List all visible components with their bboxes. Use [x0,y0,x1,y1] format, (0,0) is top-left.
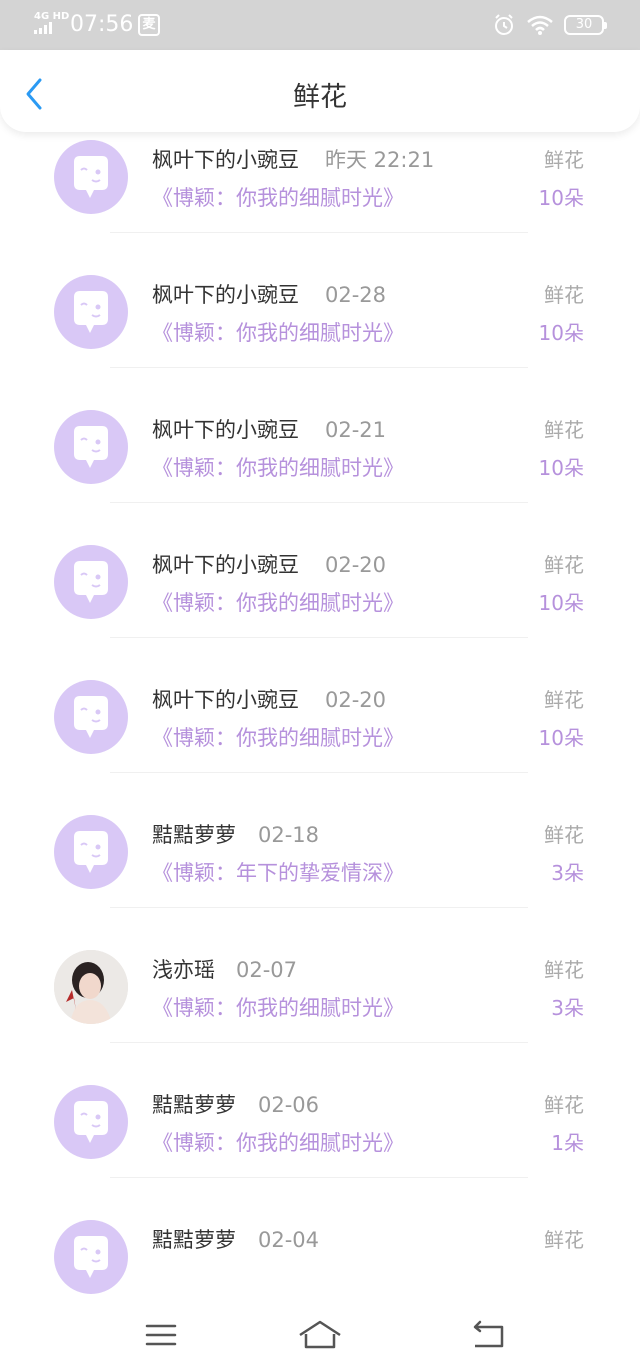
sender-name[interactable]: 黠黠萝萝 [152,1225,236,1255]
alarm-icon [495,14,513,35]
gift-list-item[interactable]: 黠黠萝萝 02-04 鲜花 [0,1162,640,1297]
user-avatar[interactable] [54,950,128,1024]
gift-count: 3朵 [551,996,584,1020]
gift-count: 10朵 [538,591,584,615]
gift-list-item[interactable]: 枫叶下的小豌豆 02-21 《博颖：你我的细腻时光》 鲜花 10朵 [0,352,640,503]
chat-bubble-avatar-icon[interactable] [54,1220,128,1294]
gift-type: 鲜花 [544,823,584,847]
status-time: 07:56 [70,12,134,37]
flower-gift-list[interactable]: 枫叶下的小豌豆 昨天 22:21 《博颖：你我的细腻时光》 鲜花 10朵 枫叶下的小豌豆 0… [0,132,640,1298]
gift-type: 鲜花 [544,688,584,712]
work-title-link[interactable]: 《博颖：你我的细腻时光》 [152,183,404,213]
gift-count: 10朵 [538,456,584,480]
gift-count: 10朵 [538,321,584,345]
gift-list-item[interactable]: 浅亦瑶 02-07 《博颖：你我的细腻时光》 鲜花 3朵 [0,892,640,1043]
sender-name[interactable]: 枫叶下的小豌豆 [152,685,299,715]
sender-name[interactable]: 黠黠萝萝 [152,1090,236,1120]
gift-date: 02-21 [325,418,387,442]
page-title: 鲜花 [293,82,347,113]
chat-bubble-avatar-icon[interactable] [54,410,128,484]
network-type: 4G HD [34,11,70,22]
gift-count: 3朵 [551,861,584,885]
gift-date: 02-20 [325,688,387,712]
gift-type: 鲜花 [544,283,584,307]
back-icon[interactable] [463,1316,513,1354]
sender-name[interactable]: 浅亦瑶 [152,955,215,985]
gift-count: 1朵 [551,1131,584,1155]
gift-count: 10朵 [538,726,584,750]
page-header: 鲜花 [0,50,640,132]
gift-type: 鲜花 [544,418,584,442]
gift-list-item[interactable]: 枫叶下的小豌豆 02-20 《博颖：你我的细腻时光》 鲜花 10朵 [0,487,640,638]
work-title-link[interactable]: 《博颖：年下的挚爱情深》 [152,858,404,888]
gift-type: 鲜花 [544,1093,584,1117]
work-title-link[interactable]: 《博颖：你我的细腻时光》 [152,1128,404,1158]
work-title-link[interactable]: 《博颖：你我的细腻时光》 [152,318,404,348]
gift-count: 10朵 [538,186,584,210]
work-title-link[interactable]: 《博颖：你我的细腻时光》 [152,453,404,483]
gift-list-item[interactable]: 黠黠萝萝 02-06 《博颖：你我的细腻时光》 鲜花 1朵 [0,1027,640,1178]
work-title-link[interactable]: 《博颖：你我的细腻时光》 [152,723,404,753]
gift-list-item[interactable]: 黠黠萝萝 02-18 《博颖：年下的挚爱情深》 鲜花 3朵 [0,757,640,908]
app-notification-icon: 麦 [138,14,160,36]
work-title-link[interactable]: 《博颖：你我的细腻时光》 [152,993,404,1023]
gift-type: 鲜花 [544,553,584,577]
sender-name[interactable]: 枫叶下的小豌豆 [152,145,299,175]
chat-bubble-avatar-icon[interactable] [54,545,128,619]
signal-icon [34,22,52,34]
gift-date: 02-18 [258,823,320,847]
gift-date: 02-06 [258,1093,320,1117]
work-title-link[interactable]: 《博颖：你我的细腻时光》 [152,588,404,618]
home-icon[interactable] [295,1316,345,1354]
gift-list-item[interactable]: 枫叶下的小豌豆 昨天 22:21 《博颖：你我的细腻时光》 鲜花 10朵 [0,132,640,233]
chat-bubble-avatar-icon[interactable] [54,680,128,754]
chat-bubble-avatar-icon[interactable] [54,1085,128,1159]
gift-date: 02-04 [258,1228,320,1252]
wifi-icon [527,15,553,35]
battery-icon: 30 [564,15,607,35]
status-bar: 4G HD 07:56 麦 30 [0,0,640,50]
gift-type: 鲜花 [544,1228,584,1252]
system-nav-bar [0,1298,640,1372]
chat-bubble-avatar-icon[interactable] [54,815,128,889]
sender-name[interactable]: 枫叶下的小豌豆 [152,550,299,580]
gift-type: 鲜花 [544,148,584,172]
sender-name[interactable]: 黠黠萝萝 [152,820,236,850]
gift-date: 02-20 [325,553,387,577]
gift-type: 鲜花 [544,958,584,982]
gift-list-item[interactable]: 枫叶下的小豌豆 02-20 《博颖：你我的细腻时光》 鲜花 10朵 [0,622,640,773]
chat-bubble-avatar-icon[interactable] [54,140,128,214]
chat-bubble-avatar-icon[interactable] [54,275,128,349]
menu-icon[interactable] [136,1316,186,1354]
sender-name[interactable]: 枫叶下的小豌豆 [152,415,299,445]
gift-list-item[interactable]: 枫叶下的小豌豆 02-28 《博颖：你我的细腻时光》 鲜花 10朵 [0,217,640,368]
gift-date: 昨天 22:21 [325,148,435,172]
gift-date: 02-07 [236,958,298,982]
sender-name[interactable]: 枫叶下的小豌豆 [152,280,299,310]
gift-date: 02-28 [325,283,387,307]
